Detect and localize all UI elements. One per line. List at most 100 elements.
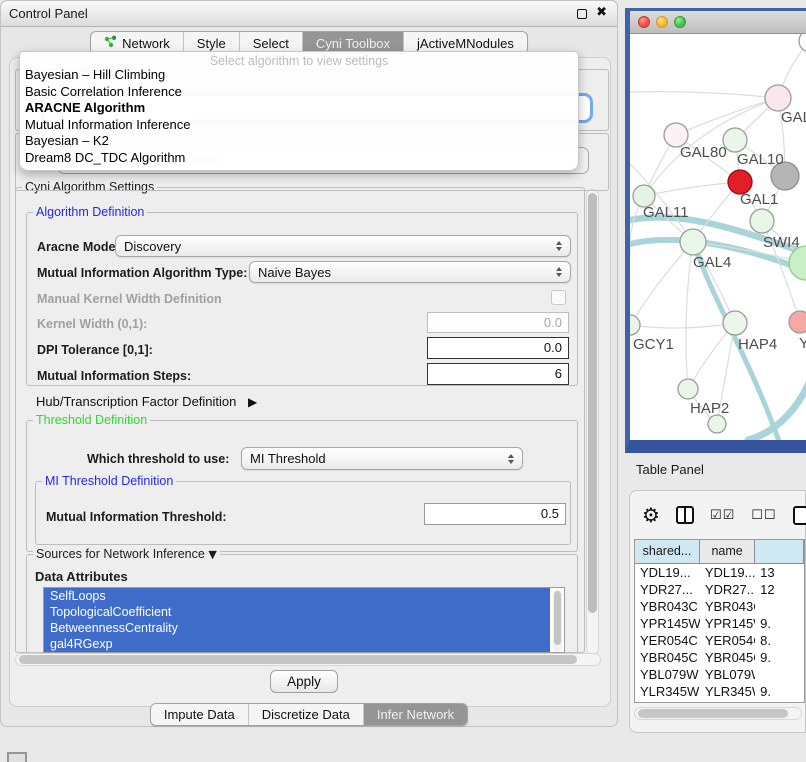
cyni-algorithm-settings-groupbox: Cyni Algorithm Settings Algorithm Defini… — [15, 187, 585, 653]
table-row[interactable]: YBR043CYBR043C — [635, 598, 804, 615]
tab-label: Impute Data — [164, 707, 235, 722]
gear-icon[interactable]: ⚙ — [642, 504, 660, 526]
node-swi4[interactable] — [750, 209, 774, 233]
table-row[interactable]: YBR045CYBR045C9. — [635, 649, 804, 666]
network-graph: GALGAL80GAL10GAL1GAL11SWI4GAL4GCY1HAP4YH… — [630, 34, 806, 440]
table-panel-window: ⚙ ☑☑ ☐☐ shared...name YDL19...YDL19...13… — [629, 490, 806, 733]
column-header-name[interactable]: name — [700, 540, 755, 564]
column-header-col2[interactable] — [755, 540, 804, 564]
table-row[interactable]: YBL079WYBL079W — [635, 666, 804, 683]
node-label-hap4: HAP4 — [738, 336, 777, 353]
mi-steps-label: Mutual Information Steps: — [37, 369, 191, 383]
table-cell: 9. — [755, 616, 804, 631]
network-canvas[interactable]: GALGAL80GAL10GAL1GAL11SWI4GAL4GCY1HAP4YH… — [630, 34, 806, 440]
data-attributes-list: SelfLoopsTopologicalCoefficientBetweenne… — [43, 587, 565, 653]
split-columns-icon[interactable] — [676, 506, 694, 524]
checked-boxes-icon[interactable]: ☑☑ — [710, 508, 735, 523]
document-icon[interactable] — [793, 506, 806, 525]
node-hap4[interactable] — [723, 311, 747, 335]
table-cell: YBL079W — [635, 667, 700, 682]
tab-label: Network — [122, 36, 170, 51]
attribute-item-selfloops[interactable]: SelfLoops — [44, 588, 550, 604]
table-row[interactable]: YPR145WYPR145W9. — [635, 615, 804, 632]
node-gal4[interactable] — [680, 229, 706, 255]
tab-impute-data[interactable]: Impute Data — [151, 704, 248, 725]
attribute-item-gal4rgexp[interactable]: gal4RGexp — [44, 636, 550, 652]
table-row[interactable]: YDL19...YDL19...13 — [635, 564, 804, 581]
aracne-mode-combo[interactable]: Discovery — [115, 235, 571, 257]
table-cell: YPR145W — [700, 616, 755, 631]
algorithm-option-aracne-algorithm[interactable]: ARACNE Algorithm — [20, 100, 578, 117]
table-body: YDL19...YDL19...13YDR27...YDR27...12YBR0… — [635, 564, 804, 703]
node-hap2[interactable] — [678, 379, 698, 399]
node-label-gal1: GAL1 — [740, 191, 778, 208]
tab-label: Discretize Data — [262, 707, 350, 722]
network-window: GALGAL80GAL10GAL1GAL11SWI4GAL4GCY1HAP4YH… — [625, 8, 806, 453]
network-edge — [630, 323, 735, 328]
close-icon[interactable]: ✖ — [596, 5, 607, 20]
tab-discretize-data[interactable]: Discretize Data — [248, 704, 363, 725]
hub-definition-label: Hub/Transcription Factor Definition — [36, 394, 236, 409]
mi-algorithm-type-combo[interactable]: Naive Bayes — [249, 261, 571, 283]
app-root: Control Panel ✖ NetworkStyleSelectCyni T… — [0, 0, 806, 762]
node-y[interactable] — [789, 311, 806, 333]
settings-horizontal-scrollbar[interactable] — [15, 653, 601, 666]
table-cell: YPR145W — [635, 616, 700, 631]
table-cell: YBR043C — [635, 599, 700, 614]
column-header-shared[interactable]: shared... — [635, 540, 700, 564]
aracne-mode-value: Discovery — [124, 239, 550, 254]
table-row[interactable]: YIL052CYIL052C9. — [635, 700, 804, 703]
table-cell: YER054C — [635, 633, 700, 648]
mi-threshold-field[interactable]: 0.5 — [424, 503, 566, 525]
table-row[interactable]: YER054CYER054C8. — [635, 632, 804, 649]
zoom-traffic-light-icon[interactable] — [674, 16, 686, 28]
table-horizontal-scrollbar[interactable] — [634, 707, 802, 720]
table-row[interactable]: YLR345WYLR345W9. — [635, 683, 804, 700]
kernel-width-field[interactable]: 0.0 — [427, 312, 569, 333]
sources-title: Sources for Network Inference ▼ — [33, 547, 220, 561]
node-gal[interactable] — [765, 85, 791, 111]
attribute-item-betweennesscentrality[interactable]: BetweennessCentrality — [44, 620, 550, 636]
table-cell: 9. — [755, 701, 804, 703]
network-titlebar[interactable] — [630, 11, 806, 34]
float-window-icon[interactable] — [577, 9, 587, 19]
sources-groupbox: Sources for Network Inference ▼ Data Att… — [26, 554, 578, 654]
hub-definition-expander[interactable]: Hub/Transcription Factor Definition ▶ — [36, 394, 257, 409]
attributes-scrollbar[interactable] — [553, 590, 562, 652]
apply-button[interactable]: Apply — [270, 670, 338, 693]
node[interactable] — [708, 415, 726, 433]
minimize-traffic-light-icon[interactable] — [656, 16, 668, 28]
expanded-arrow-icon[interactable]: ▼ — [208, 548, 216, 561]
manual-kernel-width-checkbox[interactable] — [551, 290, 566, 305]
algorithm-option-bayesian-k2[interactable]: Bayesian – K2 — [20, 133, 578, 150]
mi-steps-field[interactable]: 6 — [427, 363, 569, 385]
settings-vertical-scrollbar[interactable] — [586, 189, 599, 655]
mi-threshold-label: Mutual Information Threshold: — [46, 510, 227, 524]
node-label-swi4: SWI4 — [763, 234, 800, 251]
tab-infer-network[interactable]: Infer Network — [363, 704, 467, 725]
dpi-tolerance-field[interactable]: 0.0 — [427, 337, 569, 359]
table-cell: YBL079W — [700, 667, 755, 682]
table-cell: YBR045C — [700, 650, 755, 665]
table-cell: YDR27... — [700, 582, 755, 597]
algorithm-option-basic-correlation-inference[interactable]: Basic Correlation Inference — [20, 84, 578, 101]
which-threshold-combo[interactable]: MI Threshold — [241, 447, 523, 470]
dpi-tolerance-label: DPI Tolerance [0,1]: — [37, 343, 153, 357]
algorithm-option-dream8-dc-tdc-algorithm[interactable]: Dream8 DC_TDC Algorithm — [20, 150, 578, 167]
collapsed-panel-icon[interactable] — [7, 752, 27, 762]
node-gcy1[interactable] — [630, 315, 640, 335]
sources-title-text: Sources for Network Inference — [36, 547, 205, 561]
algorithm-option-bayesian-hill-climbing[interactable]: Bayesian – Hill Climbing — [20, 67, 578, 84]
node-table: shared...name YDL19...YDL19...13YDR27...… — [634, 539, 805, 703]
bottom-tabs: Impute Data Discretize Data Infer Network — [150, 703, 468, 726]
algorithm-option-mutual-information-inference[interactable]: Mutual Information Inference — [20, 117, 578, 134]
network-icon — [104, 35, 117, 51]
table-row[interactable]: YDR27...YDR27...12 — [635, 581, 804, 598]
close-traffic-light-icon[interactable] — [638, 16, 650, 28]
control-panel-titlebar: Control Panel ✖ — [1, 1, 617, 27]
tab-label: Cyni Toolbox — [316, 36, 390, 51]
node[interactable] — [799, 34, 806, 52]
table-cell: YBR043C — [700, 599, 755, 614]
unchecked-boxes-icon[interactable]: ☐☐ — [751, 508, 776, 523]
attribute-item-topologicalcoefficient[interactable]: TopologicalCoefficient — [44, 604, 550, 620]
